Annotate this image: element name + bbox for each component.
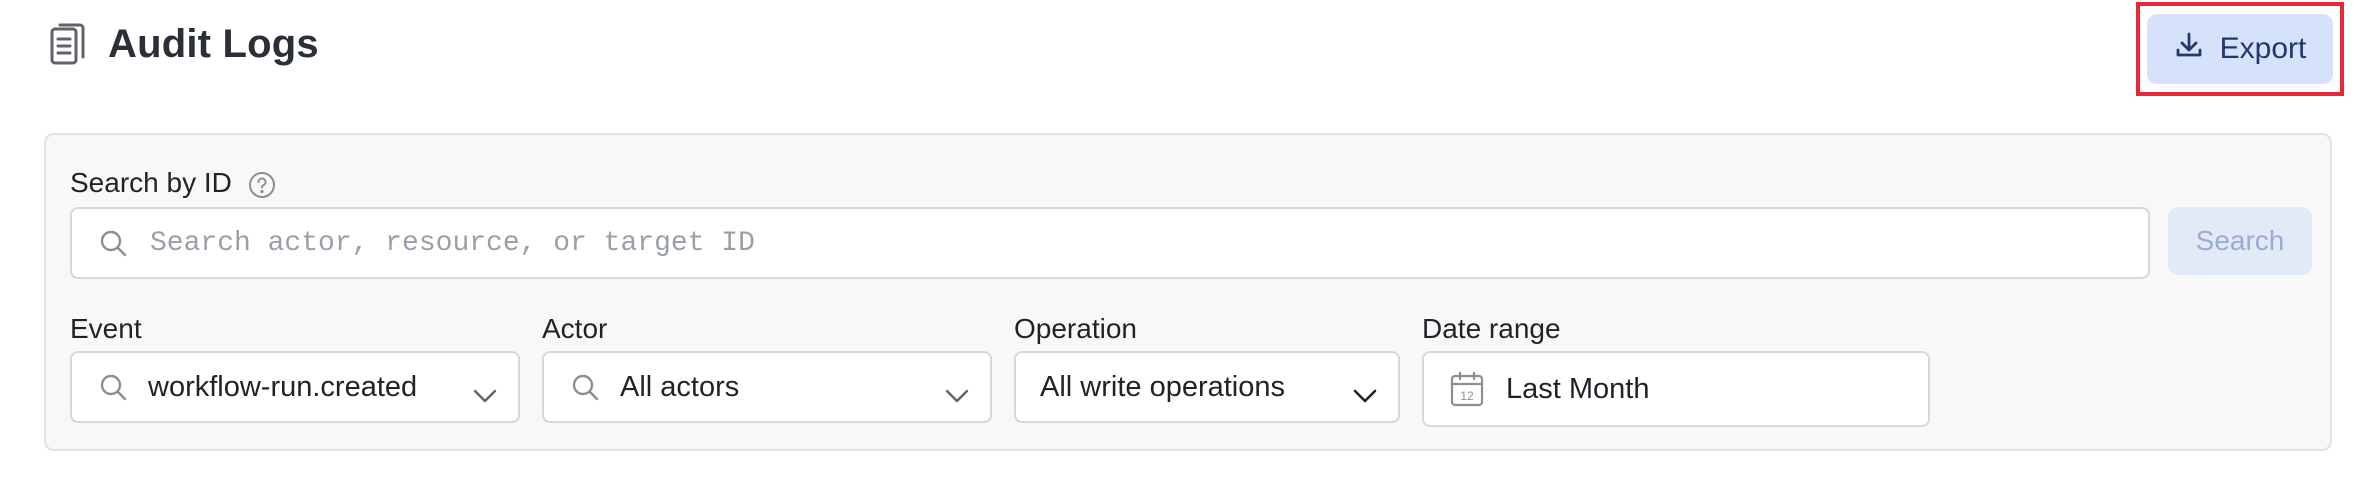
- actor-select[interactable]: All actors: [542, 351, 992, 423]
- export-label: Export: [2219, 32, 2307, 65]
- event-select[interactable]: workflow-run.created: [70, 351, 520, 423]
- operation-select[interactable]: All write operations: [1014, 351, 1400, 423]
- calendar-icon: 12: [1450, 371, 1484, 407]
- audit-logs-page: Audit Logs Export Search by ID Search ac…: [0, 0, 2376, 492]
- operation-select-value: All write operations: [1040, 370, 1285, 403]
- search-icon: [98, 372, 128, 402]
- help-circle-icon[interactable]: [248, 171, 276, 199]
- page-header: Audit Logs: [46, 20, 319, 68]
- page-title: Audit Logs: [108, 21, 319, 66]
- event-label: Event: [70, 313, 142, 344]
- export-button[interactable]: Export: [2147, 14, 2333, 84]
- date-range-value: Last Month: [1506, 372, 1650, 405]
- search-input-container: [70, 207, 2150, 279]
- search-icon: [570, 372, 600, 402]
- chevron-down-icon: [1352, 379, 1378, 403]
- chevron-down-icon: [944, 379, 970, 403]
- chevron-down-icon: [472, 379, 498, 403]
- search-button[interactable]: Search: [2168, 207, 2312, 275]
- search-label: Search by ID: [70, 167, 232, 198]
- clipboard-list-icon: [46, 20, 90, 68]
- filter-panel: Search by ID Search Event: [44, 133, 2332, 451]
- date-range-picker[interactable]: 12 Last Month: [1422, 351, 1930, 427]
- calendar-day: 12: [1460, 389, 1474, 403]
- export-highlight: Export: [2136, 2, 2344, 96]
- event-select-value: workflow-run.created: [148, 370, 418, 403]
- actor-select-value: All actors: [620, 370, 740, 403]
- date-range-label: Date range: [1422, 313, 1561, 344]
- search-input[interactable]: [148, 212, 2148, 274]
- operation-label: Operation: [1014, 313, 1137, 344]
- search-icon: [98, 228, 128, 258]
- download-icon: [2174, 30, 2204, 68]
- actor-label: Actor: [542, 313, 608, 344]
